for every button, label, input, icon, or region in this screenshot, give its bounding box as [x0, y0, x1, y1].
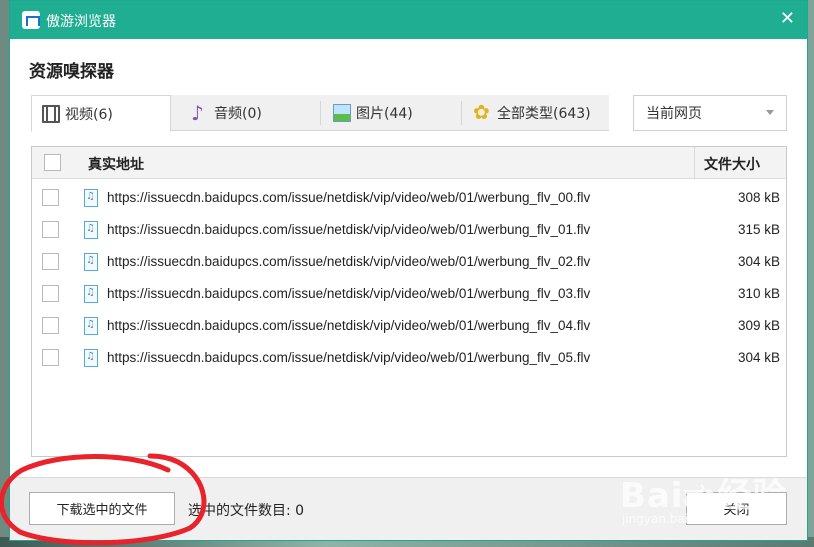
- tab-all-types[interactable]: 全部类型(643): [464, 95, 609, 131]
- row-url: https://issuecdn.baidupcs.com/issue/netd…: [107, 318, 591, 333]
- audio-icon: [191, 101, 209, 125]
- row-size: 315 kB: [737, 222, 780, 237]
- list-header: 真实地址 文件大小: [32, 147, 786, 179]
- column-header-size[interactable]: 文件大小: [704, 154, 760, 174]
- table-row[interactable]: https://issuecdn.baidupcs.com/issue/netd…: [32, 246, 786, 278]
- row-url: https://issuecdn.baidupcs.com/issue/netd…: [107, 350, 591, 365]
- tab-divider: [320, 101, 321, 125]
- audio-file-icon: [84, 349, 98, 367]
- chevron-down-icon: [766, 110, 774, 115]
- audio-file-icon: [84, 189, 98, 207]
- row-size: 304 kB: [737, 254, 780, 269]
- row-url: https://issuecdn.baidupcs.com/issue/netd…: [107, 190, 591, 205]
- column-divider: [694, 147, 695, 179]
- tab-audio[interactable]: 音频(0): [181, 95, 311, 131]
- row-checkbox[interactable]: [42, 189, 59, 206]
- tab-divider: [461, 101, 462, 125]
- row-size: 310 kB: [737, 286, 780, 301]
- column-header-url[interactable]: 真实地址: [88, 154, 144, 174]
- sniffer-window: 傲游浏览器 ✕ 资源嗅探器 视频(6) 音频(0) 图片(44) 全部类型(64…: [9, 0, 808, 541]
- table-row[interactable]: https://issuecdn.baidupcs.com/issue/netd…: [32, 278, 786, 310]
- baidu-watermark: Baiದು经验 jingyan.baidu.com: [620, 468, 788, 526]
- tab-video[interactable]: 视频(6): [31, 95, 171, 132]
- audio-file-icon: [84, 317, 98, 335]
- app-title: 傲游浏览器: [46, 14, 116, 30]
- row-checkbox[interactable]: [42, 317, 59, 334]
- watermark-url: jingyan.baidu.com: [622, 512, 733, 526]
- tab-audio-label: 音频(0): [214, 106, 262, 122]
- table-row[interactable]: https://issuecdn.baidupcs.com/issue/netd…: [32, 182, 786, 214]
- watermark-logo: Baiದು经验: [620, 476, 788, 516]
- row-checkbox[interactable]: [42, 349, 59, 366]
- scope-dropdown-value: 当前网页: [646, 106, 702, 122]
- row-size: 304 kB: [737, 350, 780, 365]
- row-checkbox[interactable]: [42, 221, 59, 238]
- tab-video-label: 视频(6): [65, 106, 113, 123]
- resource-list: 真实地址 文件大小 https://issuecdn.baidupcs.com/…: [31, 146, 787, 457]
- panel-title: 资源嗅探器: [29, 62, 114, 82]
- image-icon: [333, 104, 351, 122]
- row-checkbox[interactable]: [42, 285, 59, 302]
- row-url: https://issuecdn.baidupcs.com/issue/netd…: [107, 286, 591, 301]
- row-url: https://issuecdn.baidupcs.com/issue/netd…: [107, 254, 591, 269]
- selected-count-label: 选中的文件数目: 0: [188, 503, 305, 519]
- background-edge: [808, 0, 814, 547]
- table-row[interactable]: https://issuecdn.baidupcs.com/issue/netd…: [32, 214, 786, 246]
- all-types-icon: [473, 100, 492, 124]
- table-row[interactable]: https://issuecdn.baidupcs.com/issue/netd…: [32, 342, 786, 374]
- video-icon: [42, 104, 60, 123]
- row-size: 308 kB: [737, 190, 780, 205]
- tab-bar: 视频(6) 音频(0) 图片(44) 全部类型(643): [31, 95, 609, 132]
- audio-file-icon: [84, 285, 98, 303]
- maxthon-logo-icon: [22, 11, 40, 29]
- titlebar: 傲游浏览器 ✕: [10, 1, 807, 39]
- audio-file-icon: [84, 253, 98, 271]
- download-selected-button[interactable]: 下载选中的文件: [29, 492, 175, 525]
- row-size: 309 kB: [737, 318, 780, 333]
- row-url: https://issuecdn.baidupcs.com/issue/netd…: [107, 222, 591, 237]
- window-close-icon[interactable]: ✕: [780, 8, 795, 29]
- select-all-checkbox[interactable]: [44, 154, 61, 171]
- table-row[interactable]: https://issuecdn.baidupcs.com/issue/netd…: [32, 310, 786, 342]
- tab-image-label: 图片(44): [356, 106, 413, 122]
- row-checkbox[interactable]: [42, 253, 59, 270]
- scope-dropdown[interactable]: 当前网页: [633, 95, 787, 131]
- tab-all-types-label: 全部类型(643): [497, 106, 591, 122]
- tab-image[interactable]: 图片(44): [323, 95, 458, 131]
- audio-file-icon: [84, 221, 98, 239]
